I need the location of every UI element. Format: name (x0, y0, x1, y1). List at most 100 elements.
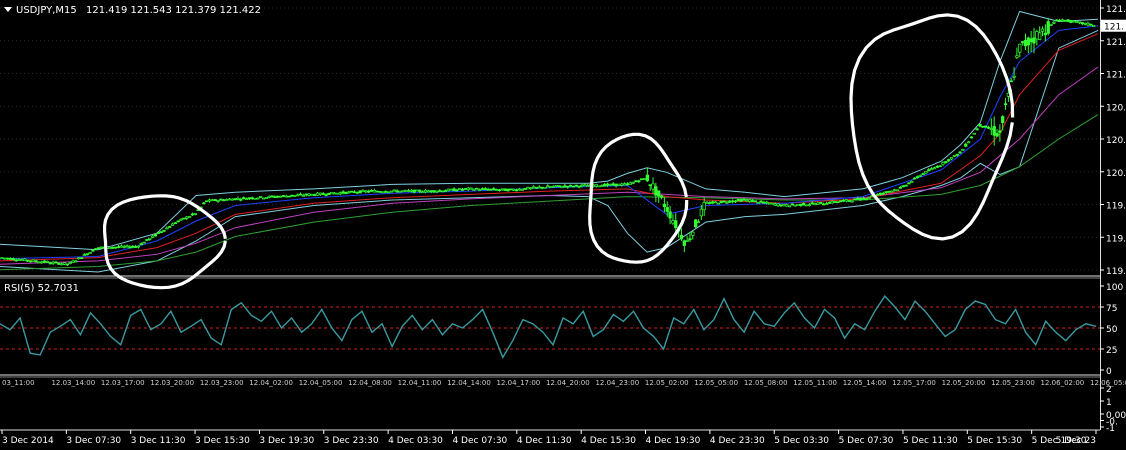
candle-body (856, 197, 860, 201)
candle-body (466, 187, 470, 190)
candle-body (480, 188, 485, 190)
candle-body (256, 197, 260, 200)
candle-body (725, 201, 729, 204)
candle-body (193, 213, 197, 215)
date-tick-label: 3 Dec 2014 (2, 436, 54, 446)
bollinger-lower-line (0, 29, 1099, 273)
candle-body (531, 186, 536, 189)
candle-body (597, 185, 601, 188)
candle-body (819, 202, 823, 204)
date-tick-label: 5 Dec 11:30 (903, 436, 958, 446)
candle-body (978, 123, 982, 127)
candle-body (108, 247, 112, 250)
candle-body (278, 195, 283, 198)
candle-body (1015, 55, 1019, 58)
candle-body (952, 154, 957, 157)
candle-body (628, 182, 632, 185)
candle-body (688, 238, 692, 241)
candle-body (213, 199, 217, 202)
candle-body (241, 197, 246, 199)
candle-body (205, 200, 209, 203)
candle-body (571, 185, 576, 188)
candle-body (904, 184, 908, 187)
candle-body (912, 177, 917, 180)
candle-body (770, 202, 775, 205)
candle-body (34, 260, 38, 263)
candle-body (45, 261, 50, 263)
candle-body (483, 188, 487, 190)
candle-body (964, 143, 968, 147)
ma-long-line (0, 114, 1099, 271)
candle-body (17, 259, 21, 261)
price-tick-label: 121. (1106, 5, 1126, 15)
candle-body (699, 208, 703, 217)
candle-body (1009, 80, 1013, 83)
candle-body (1040, 28, 1045, 32)
candle-body (705, 202, 709, 204)
dropdown-triangle-icon[interactable] (4, 7, 12, 12)
moving-averages (0, 25, 1099, 271)
candle-body (813, 203, 817, 206)
candle-body (654, 186, 658, 196)
candle-body (1092, 25, 1096, 27)
candle-body (395, 190, 399, 193)
candle-body (224, 199, 229, 201)
candle-body (449, 188, 453, 191)
candle-body (28, 260, 33, 263)
candle-body (77, 257, 81, 260)
candle-body (625, 183, 630, 186)
candle-body (1080, 22, 1084, 25)
candle-body (713, 201, 718, 204)
candle-body (460, 188, 465, 191)
candle-body (523, 188, 527, 190)
candle-body (68, 262, 72, 264)
date-tick-label: 4 Dec 11:30 (517, 436, 572, 446)
candle-body (756, 202, 760, 204)
candle-body (492, 188, 496, 191)
candle-body (622, 183, 627, 186)
candle-body (415, 189, 419, 192)
candle-body (176, 220, 180, 223)
candle-body (611, 183, 615, 186)
candle-body (816, 202, 820, 205)
symbol-label: USDJPY,M15 (16, 5, 77, 16)
candle-body (57, 262, 61, 265)
candle-body (546, 185, 550, 188)
candle-body (0, 257, 4, 259)
candle-body (793, 204, 797, 207)
candle-body (1003, 103, 1008, 106)
candle-body (736, 199, 740, 201)
candle-body (91, 249, 95, 252)
time-tick-label: 12.05_05:00 (694, 379, 738, 387)
candle-body (324, 194, 328, 196)
candle-body (1026, 37, 1030, 46)
candle-body (989, 128, 993, 130)
candle-body (702, 202, 706, 211)
time-tick-label: 12.04_05:00 (299, 379, 343, 387)
candle-body (543, 186, 547, 189)
candle-body (847, 200, 851, 202)
date-tick-label: 3 Dec 23:30 (324, 436, 379, 446)
candle-body (691, 231, 695, 236)
candle-body (804, 204, 809, 207)
candle-body (187, 216, 192, 218)
candle-body (131, 245, 135, 248)
candle-body (261, 197, 266, 200)
time-tick-label: 12.04_17:00 (497, 379, 541, 387)
candle-body (486, 188, 490, 191)
candle-body (165, 227, 169, 230)
candle-body (429, 190, 433, 193)
candle-body (696, 221, 701, 224)
candle-body (477, 189, 482, 191)
candle-body (116, 246, 121, 249)
candle-body (432, 190, 436, 193)
candle-body (253, 197, 257, 200)
candle-body (529, 187, 533, 190)
date-tick-label: 5 Dec 07:30 (839, 436, 894, 446)
candle-body (3, 257, 7, 260)
time-tick-label: 12.04_20:00 (546, 379, 590, 387)
time-tick-label: 12.03_20:00 (150, 379, 194, 387)
candle-body (1023, 40, 1028, 47)
candle-body (315, 192, 320, 196)
candle-body (694, 219, 698, 228)
